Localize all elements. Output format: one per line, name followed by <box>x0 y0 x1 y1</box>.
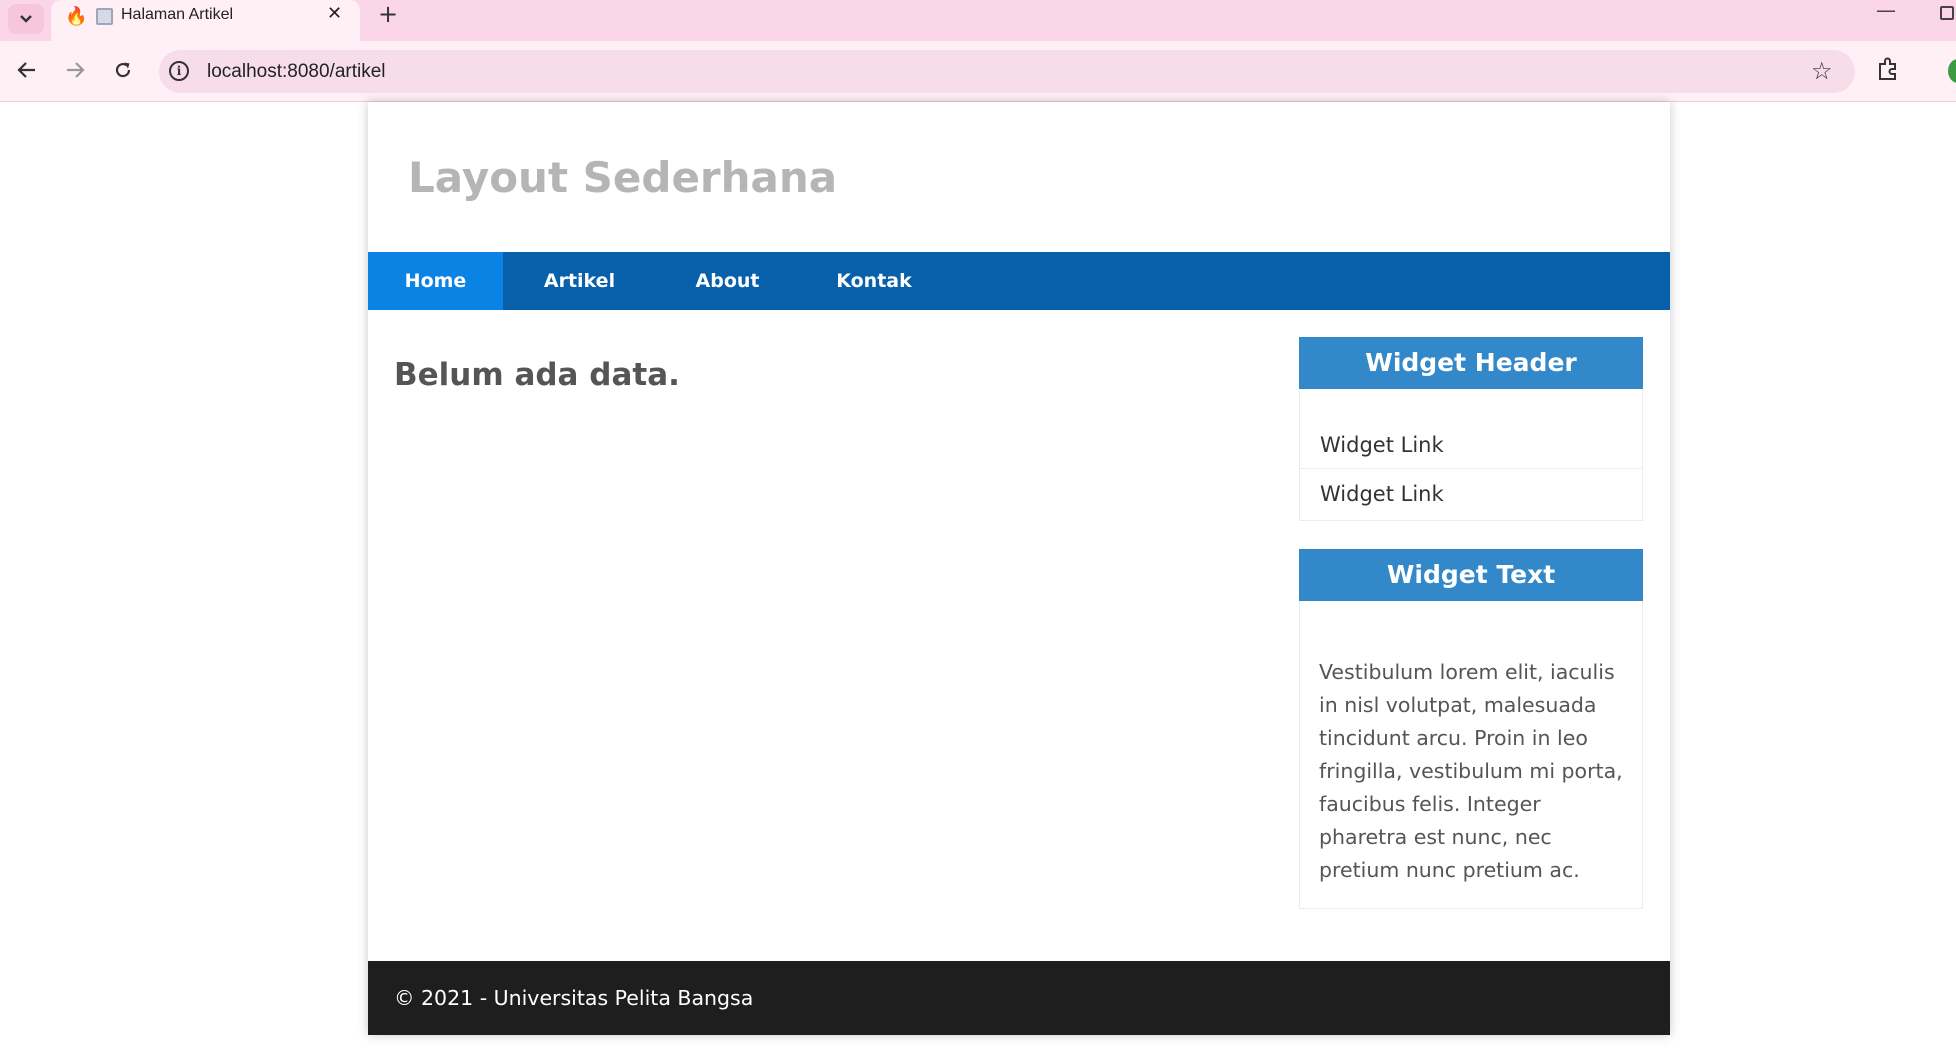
forward-button[interactable] <box>58 53 92 87</box>
page-container: Layout Sederhana Home Artikel About Kont… <box>368 102 1670 1035</box>
minimize-window-icon[interactable]: — <box>1876 0 1896 22</box>
info-icon[interactable]: i <box>169 61 189 81</box>
widget-text-body: Vestibulum lorem elit, iaculis in nisl v… <box>1319 660 1623 882</box>
browser-tab-strip: 🔥 Halaman Artikel ✕ + — <box>0 0 1956 41</box>
reload-button[interactable] <box>106 53 140 87</box>
footer-copyright: © 2021 - Universitas Pelita Bangsa <box>394 986 754 1010</box>
chevron-down-icon <box>20 15 32 23</box>
main-navbar: Home Artikel About Kontak <box>368 252 1670 310</box>
site-footer: © 2021 - Universitas Pelita Bangsa <box>368 961 1670 1035</box>
nav-about[interactable]: About <box>656 252 799 310</box>
nav-home[interactable]: Home <box>368 252 503 310</box>
arrow-left-icon <box>17 62 35 78</box>
restore-window-icon[interactable] <box>1940 6 1954 20</box>
tab-list-button[interactable] <box>8 4 44 34</box>
widget-link-2[interactable]: Widget Link <box>1300 470 1642 518</box>
arrow-right-icon <box>67 62 85 78</box>
address-bar[interactable]: i localhost:8080/artikel ☆ <box>159 50 1855 93</box>
browser-tab[interactable]: 🔥 Halaman Artikel ✕ <box>51 0 360 41</box>
site-header: Layout Sederhana <box>368 102 1670 252</box>
puzzle-icon[interactable] <box>1873 56 1903 86</box>
widget-text-title: Widget Text <box>1299 549 1643 601</box>
back-button[interactable] <box>10 53 44 87</box>
empty-data-heading: Belum ada data. <box>394 357 680 393</box>
widget-link-1[interactable]: Widget Link <box>1300 421 1642 469</box>
browser-toolbar: i localhost:8080/artikel ☆ <box>0 41 1956 102</box>
nav-artikel[interactable]: Artikel <box>503 252 656 310</box>
close-tab-icon[interactable]: ✕ <box>327 2 342 26</box>
reload-icon <box>115 62 131 78</box>
profile-avatar[interactable] <box>1948 59 1956 83</box>
site-title: Layout Sederhana <box>408 153 838 202</box>
flame-icon: 🔥 <box>65 6 88 27</box>
widget-text: Widget Text Vestibulum lorem elit, iacul… <box>1299 549 1643 909</box>
widget-links: Widget Header Widget Link Widget Link <box>1299 337 1643 521</box>
widget-header-title: Widget Header <box>1299 337 1643 389</box>
tab-title: Halaman Artikel <box>121 6 234 23</box>
star-icon[interactable]: ☆ <box>1811 56 1833 86</box>
new-tab-button[interactable]: + <box>374 0 402 28</box>
nav-kontak[interactable]: Kontak <box>799 252 949 310</box>
url-text[interactable]: localhost:8080/artikel <box>207 60 386 83</box>
page-icon <box>96 8 113 25</box>
